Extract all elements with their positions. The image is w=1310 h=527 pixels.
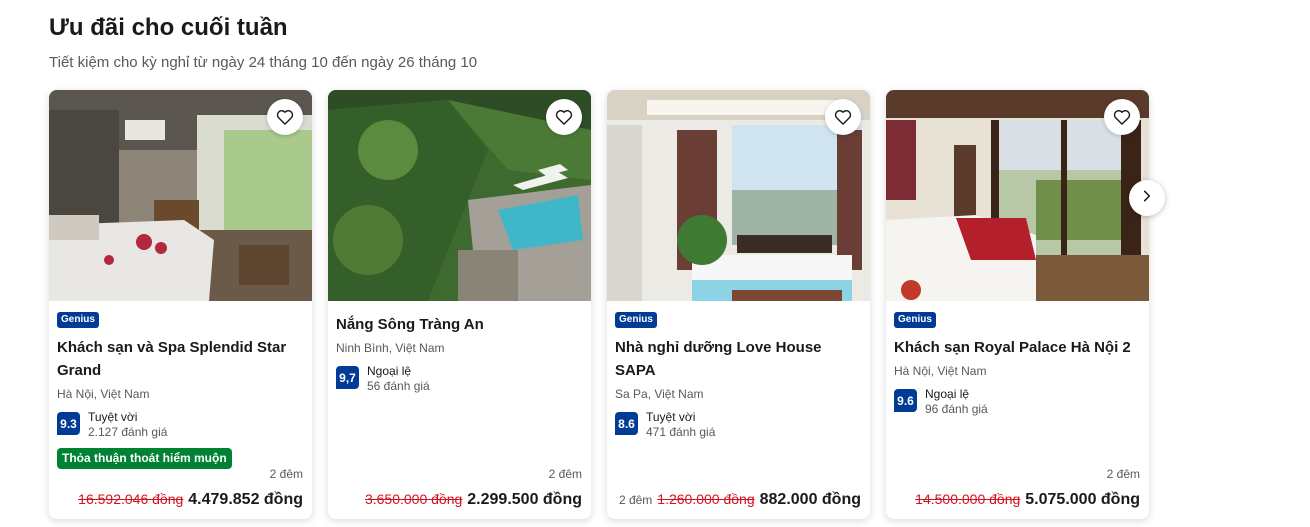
score-badge: 9,7 — [336, 366, 359, 389]
property-name[interactable]: Nắng Sông Tràng An — [336, 313, 582, 336]
property-card[interactable]: Genius Khách sạn Royal Palace Hà Nội 2 H… — [886, 90, 1149, 519]
original-price: 1.260.000 đồng — [657, 491, 755, 507]
property-photo[interactable] — [886, 90, 1149, 301]
rating-word: Tuyệt vời — [88, 410, 138, 424]
discounted-price: 4.479.852 đồng — [188, 491, 303, 508]
original-price: 3.650.000 đồng — [364, 491, 463, 507]
heart-icon — [833, 107, 853, 127]
genius-badge: Genius — [615, 312, 657, 328]
heart-icon — [1112, 107, 1132, 127]
property-card[interactable]: Genius Khách sạn và Spa Splendid Star Gr… — [49, 90, 312, 519]
property-card[interactable]: Genius Nhà nghỉ dưỡng Love House SAPA Sa… — [607, 90, 870, 519]
property-location: Hà Nội, Việt Nam — [894, 364, 987, 378]
property-location: Hà Nội, Việt Nam — [57, 387, 150, 401]
property-name[interactable]: Khách sạn và Spa Splendid Star Grand — [57, 336, 303, 382]
genius-badge: Genius — [57, 312, 99, 328]
section-title: Ưu đãi cho cuối tuần — [49, 14, 288, 41]
review-score: 9,7 Ngoại lệ 56 đánh giá — [336, 364, 582, 394]
genius-badge: Genius — [894, 312, 936, 328]
nights-label: 2 đêm — [618, 493, 653, 507]
property-location: Ninh Bình, Việt Nam — [336, 341, 445, 355]
discounted-price: 882.000 đồng — [759, 491, 861, 508]
rating-word: Ngoại lệ — [925, 387, 970, 401]
rating-word: Tuyệt vời — [646, 410, 696, 424]
review-score: 9.6 Ngoại lệ 96 đánh giá — [894, 387, 1140, 417]
favorite-button[interactable] — [825, 99, 861, 135]
favorite-button[interactable] — [1104, 99, 1140, 135]
review-count: 96 đánh giá — [925, 402, 988, 416]
review-score: 9.3 Tuyệt vời 2.127 đánh giá — [57, 410, 303, 440]
price-block: 16.592.046 đồng 4.479.852 đồng — [78, 491, 303, 509]
original-price: 16.592.046 đồng — [78, 491, 184, 507]
chevron-right-icon — [1140, 189, 1154, 208]
review-count: 2.127 đánh giá — [88, 425, 168, 439]
favorite-button[interactable] — [267, 99, 303, 135]
nights-label: 2 đêm — [1106, 467, 1140, 481]
discounted-price: 5.075.000 đồng — [1025, 491, 1140, 508]
property-photo[interactable] — [49, 90, 312, 301]
price-block: 3.650.000 đồng 2.299.500 đồng — [365, 491, 582, 509]
score-badge: 8.6 — [615, 412, 638, 435]
nights-label: 2 đêm — [548, 467, 582, 481]
favorite-button[interactable] — [546, 99, 582, 135]
review-count: 56 đánh giá — [367, 379, 430, 393]
property-name[interactable]: Nhà nghỉ dưỡng Love House SAPA — [615, 336, 861, 382]
deal-badge: Thỏa thuận thoát hiểm muộn — [57, 448, 232, 469]
original-price: 14.500.000 đồng — [915, 491, 1021, 507]
section-subtitle: Tiết kiệm cho kỳ nghỉ từ ngày 24 tháng 1… — [49, 54, 478, 71]
score-badge: 9.3 — [57, 412, 80, 435]
property-photo[interactable] — [607, 90, 870, 301]
property-name[interactable]: Khách sạn Royal Palace Hà Nội 2 — [894, 336, 1140, 359]
heart-icon — [275, 107, 295, 127]
score-badge: 9.6 — [894, 389, 917, 412]
property-card[interactable]: Nắng Sông Tràng An Ninh Bình, Việt Nam 9… — [328, 90, 591, 519]
property-location: Sa Pa, Việt Nam — [615, 387, 704, 401]
heart-icon — [554, 107, 574, 127]
carousel-next-button[interactable] — [1129, 180, 1165, 216]
review-count: 471 đánh giá — [646, 425, 716, 439]
price-block: 14.500.000 đồng 5.075.000 đồng — [915, 491, 1140, 509]
rating-word: Ngoại lệ — [367, 364, 412, 378]
discounted-price: 2.299.500 đồng — [467, 491, 582, 508]
nights-label: 2 đêm — [269, 467, 303, 481]
price-block: 2 đêm 1.260.000 đồng 882.000 đồng — [619, 491, 861, 509]
review-score: 8.6 Tuyệt vời 471 đánh giá — [615, 410, 861, 440]
property-photo[interactable] — [328, 90, 591, 301]
